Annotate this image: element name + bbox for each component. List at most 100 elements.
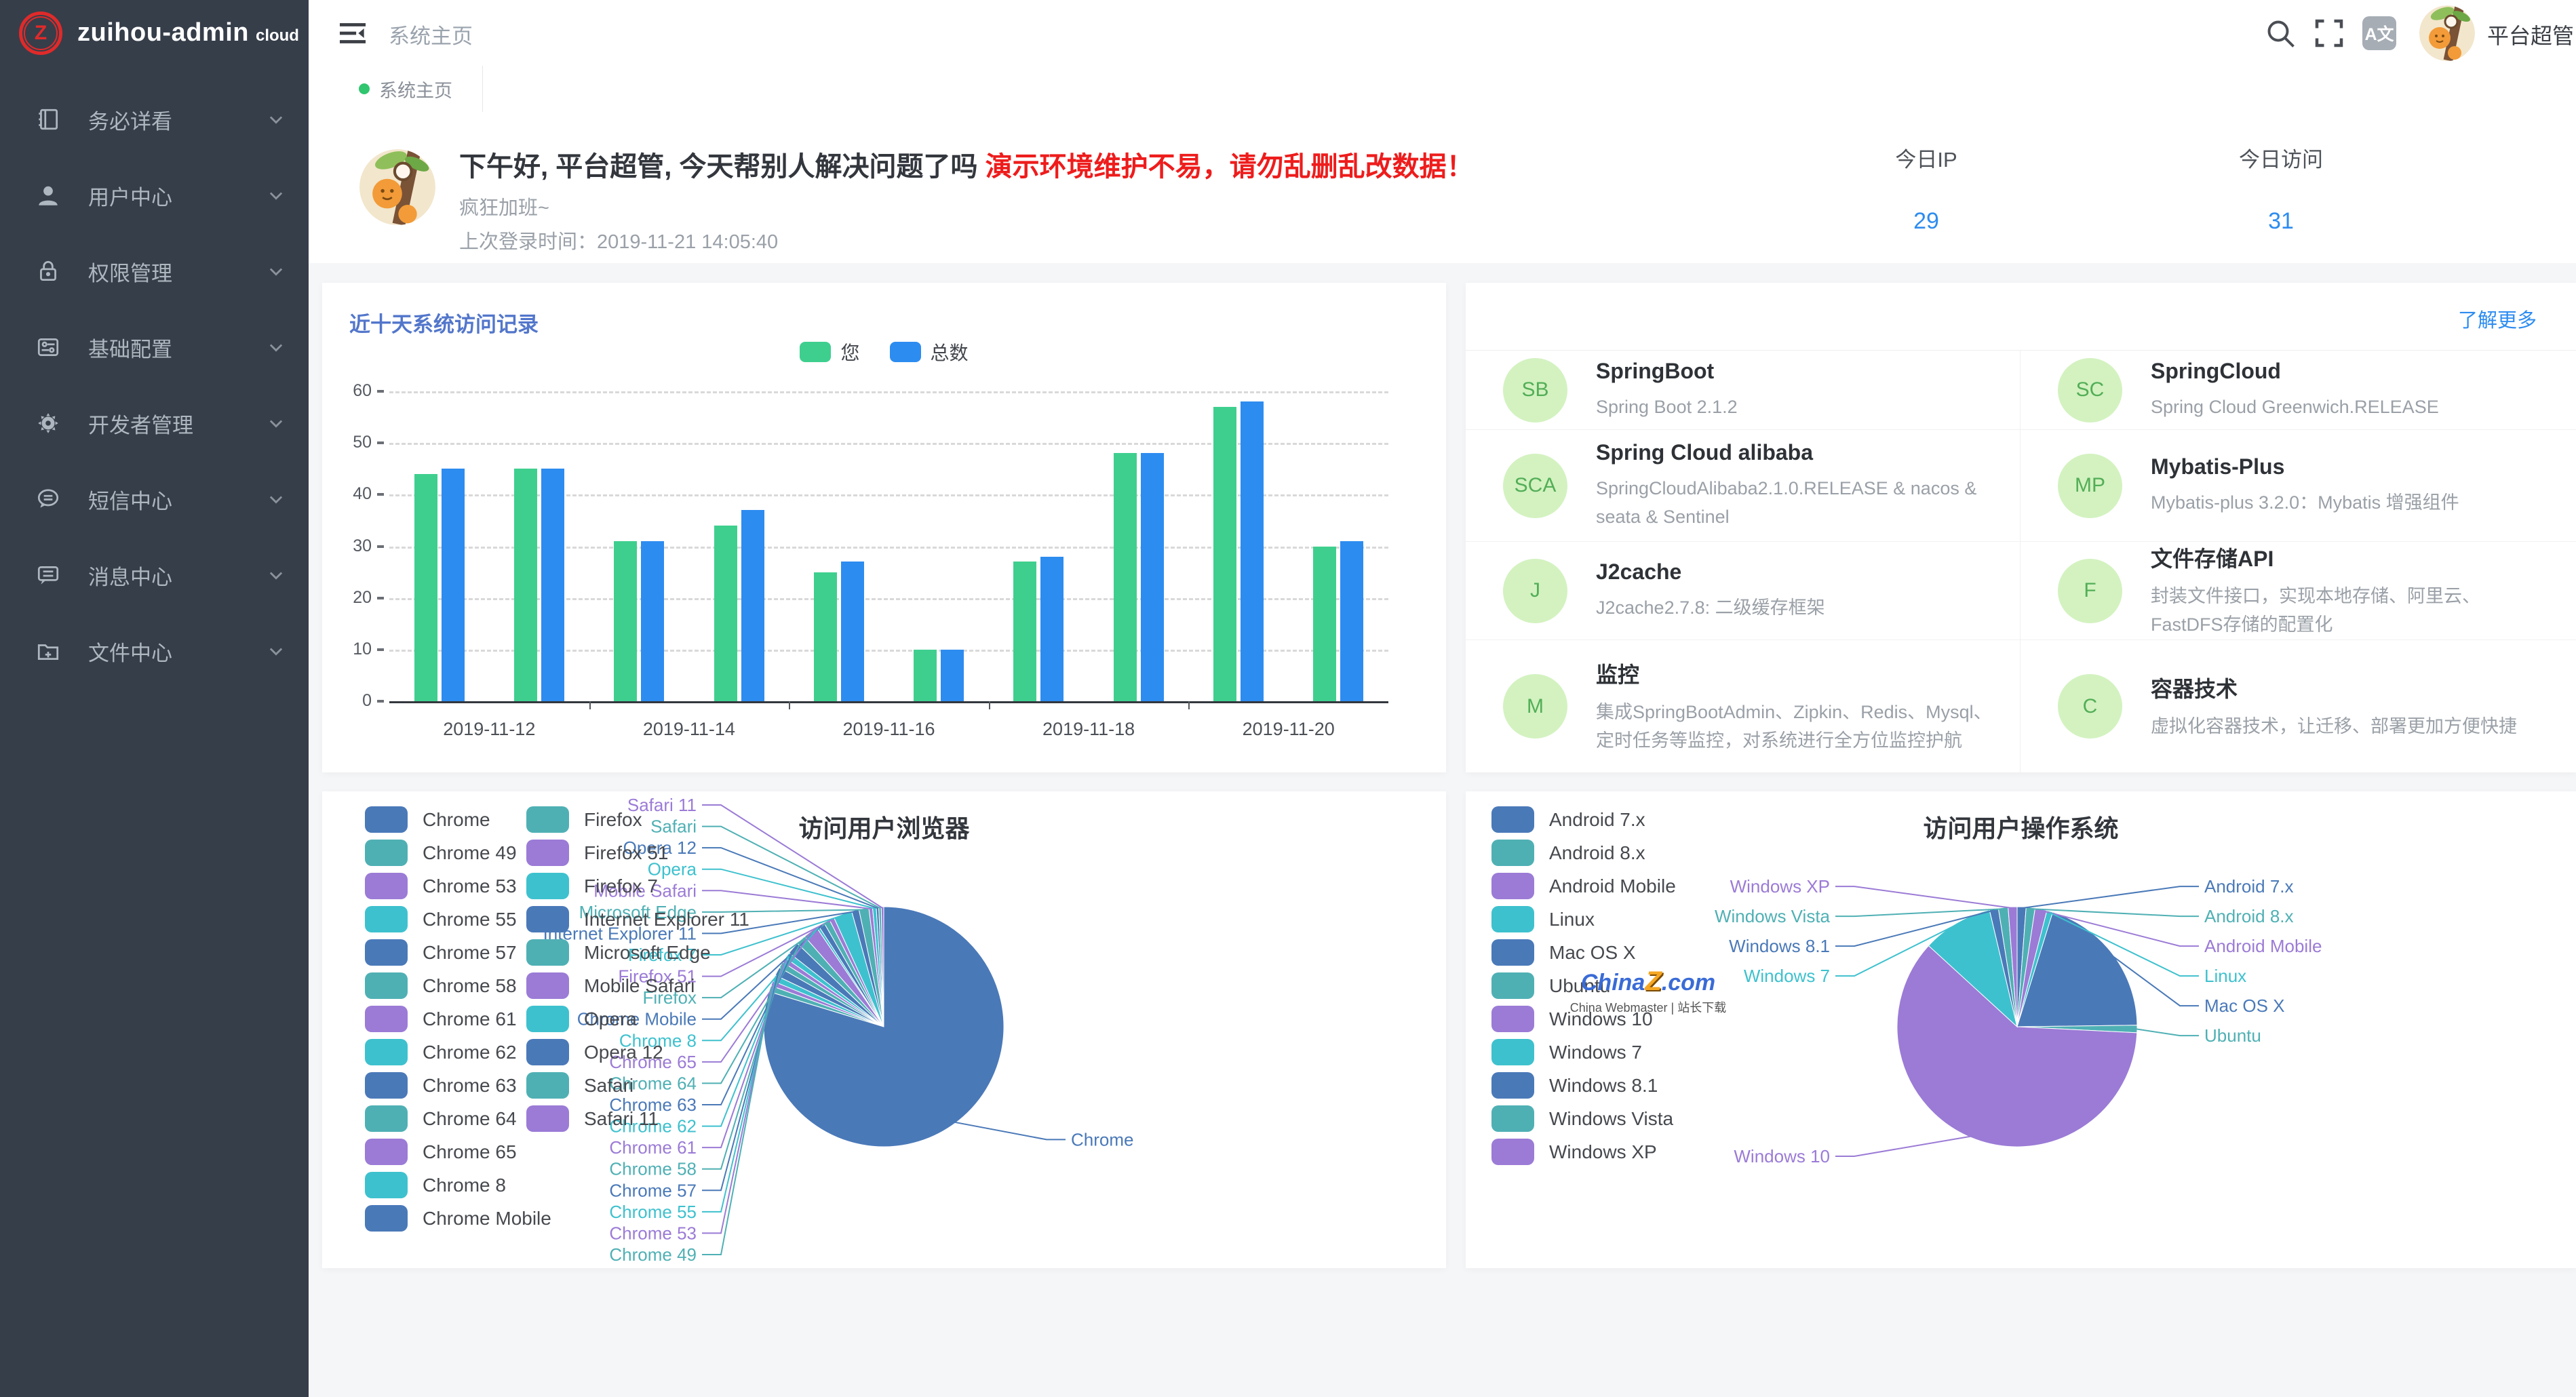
x-axis-label: 2019-11-16	[787, 719, 991, 740]
bar-总数-2019-11-14	[641, 541, 664, 701]
legend-swatch	[365, 939, 408, 966]
folder-plus-icon	[35, 638, 61, 664]
legend-label: Microsoft Edge	[584, 942, 711, 964]
visit-chart-card: 近十天系统访问记录 您总数 01020304050602019-11-12201…	[322, 283, 1446, 772]
sidebar-item-label: 消息中心	[88, 560, 267, 591]
legend-label: Firefox 7	[584, 875, 658, 897]
legend-item-Internet Explorer 11[interactable]: Internet Explorer 11	[526, 906, 749, 932]
sidebar-item-7[interactable]: 消息中心	[0, 537, 309, 613]
feature-card-J2cache: JJ2cacheJ2cache2.7.8: 二级缓存框架	[1466, 542, 2021, 640]
legend-swatch	[526, 1072, 569, 1099]
sidebar-item-6[interactable]: 短信中心	[0, 461, 309, 537]
sidebar-item-1[interactable]: 务必详看	[0, 81, 309, 157]
legend-item-Chrome 62[interactable]: Chrome 62	[365, 1039, 517, 1065]
pie-label: Chrome 57	[609, 1180, 697, 1200]
legend-label: Chrome 49	[423, 842, 517, 864]
legend-item-Windows 7[interactable]: Windows 7	[1491, 1039, 1642, 1065]
legend-item-Chrome 63[interactable]: Chrome 63	[365, 1072, 517, 1099]
legend-item-Windows 8.1[interactable]: Windows 8.1	[1491, 1072, 1658, 1099]
legend-label: Chrome 65	[423, 1141, 517, 1163]
sliders-icon	[35, 334, 61, 360]
legend-swatch	[365, 1205, 408, 1232]
welcome-avatar	[359, 149, 435, 225]
bar-总数-2019-11-20	[1241, 401, 1264, 701]
legend-swatch	[1491, 1039, 1534, 1065]
sidebar-item-label: 务必详看	[88, 104, 267, 135]
legend-label: Android 8.x	[1549, 842, 1645, 864]
pie-label: Windows XP	[1730, 876, 1830, 897]
legend-item-Microsoft Edge[interactable]: Microsoft Edge	[526, 939, 711, 966]
pie-label: Chrome 53	[609, 1223, 697, 1243]
legend-item-Chrome 64[interactable]: Chrome 64	[365, 1105, 517, 1132]
feature-desc: J2cache2.7.8: 二级缓存框架	[1596, 594, 1825, 623]
language-icon[interactable]: A文	[2362, 16, 2396, 50]
legend-item-Chrome Mobile[interactable]: Chrome Mobile	[365, 1205, 551, 1232]
pie-label: Chrome 49	[609, 1244, 697, 1265]
legend-item-Opera[interactable]: Opera	[526, 1006, 637, 1032]
collapse-menu-icon[interactable]	[336, 16, 370, 50]
feature-card-文件存储API: F文件存储API封装文件接口，实现本地存储、阿里云、FastDFS存储的配置化	[2021, 542, 2576, 640]
bar-总数-2019-11-17	[941, 650, 964, 701]
user-avatar[interactable]	[2419, 5, 2475, 61]
legend-item-Windows XP[interactable]: Windows XP	[1491, 1139, 1657, 1165]
legend-item-Safari[interactable]: Safari	[526, 1072, 633, 1099]
bar-您-2019-11-19	[1114, 453, 1137, 701]
legend-swatch	[365, 873, 408, 899]
app-logo[interactable]: Z zuihou-admin cloud	[0, 0, 309, 66]
legend-swatch	[365, 972, 408, 999]
bar-您-2019-11-12	[414, 474, 437, 701]
logo-icon: Z	[19, 12, 62, 55]
legend-item-Chrome 55[interactable]: Chrome 55	[365, 906, 517, 932]
search-icon[interactable]	[2262, 15, 2299, 52]
y-tick-mark	[377, 441, 384, 444]
user-name[interactable]: 平台超管	[2487, 19, 2574, 50]
legend-label: Chrome 64	[423, 1108, 517, 1130]
feature-title: Spring Cloud alibaba	[1596, 440, 1993, 465]
legend-item-Chrome 53[interactable]: Chrome 53	[365, 873, 517, 899]
pie-label: Chrome 61	[609, 1137, 697, 1158]
greeting-text: 下午好, 平台超管, 今天帮别人解决问题了吗 演示环境维护不易，请勿乱删乱改数据…	[459, 144, 1474, 184]
legend-label: Opera 12	[584, 1042, 663, 1063]
learn-more-link[interactable]: 了解更多	[2458, 304, 2537, 333]
legend-label: Mac OS X	[1549, 942, 1636, 964]
legend-item-Android Mobile[interactable]: Android Mobile	[1491, 873, 1676, 899]
legend-item-Chrome 61[interactable]: Chrome 61	[365, 1006, 517, 1032]
pie-label-line	[702, 869, 874, 909]
legend-swatch	[526, 1105, 569, 1132]
legend-swatch	[526, 1039, 569, 1065]
legend-item-Linux[interactable]: Linux	[1491, 906, 1595, 932]
sidebar-item-3[interactable]: 权限管理	[0, 233, 309, 309]
legend-item-Chrome 8[interactable]: Chrome 8	[365, 1172, 506, 1198]
sidebar-item-2[interactable]: 用户中心	[0, 157, 309, 233]
legend-item-Chrome 65[interactable]: Chrome 65	[365, 1139, 517, 1165]
chevron-down-icon	[267, 262, 286, 281]
legend-item-Opera 12[interactable]: Opera 12	[526, 1039, 663, 1065]
legend-swatch	[1491, 906, 1534, 932]
feature-desc: 虚拟化容器技术，让迁移、部署更加方便快捷	[2151, 713, 2517, 741]
tab-system-home[interactable]: 系统主页	[329, 66, 483, 112]
sidebar-item-8[interactable]: 文件中心	[0, 613, 309, 689]
legend-item-Chrome 57[interactable]: Chrome 57	[365, 939, 517, 966]
x-axis-label: 2019-11-18	[987, 719, 1190, 740]
pie-label: Windows Vista	[1715, 906, 1831, 926]
chevron-down-icon	[267, 186, 286, 205]
sidebar-item-4[interactable]: 基础配置	[0, 309, 309, 385]
legend-swatch	[526, 1006, 569, 1032]
legend-item-Safari 11[interactable]: Safari 11	[526, 1105, 659, 1132]
bar-您-2019-11-13	[514, 469, 537, 701]
legend-item-Mobile Safari[interactable]: Mobile Safari	[526, 972, 695, 999]
bar-总数-2019-11-18	[1040, 557, 1063, 701]
y-axis-tick: 50	[324, 433, 372, 452]
sidebar-item-5[interactable]: 开发者管理	[0, 385, 309, 461]
fullscreen-icon[interactable]	[2311, 15, 2347, 52]
legend-item-Mac OS X[interactable]: Mac OS X	[1491, 939, 1636, 966]
x-axis-label: 2019-11-12	[387, 719, 591, 740]
pie-label-line	[1835, 1137, 1972, 1157]
legend-item-Windows Vista[interactable]: Windows Vista	[1491, 1105, 1673, 1132]
legend-swatch	[365, 1172, 408, 1198]
legend-swatch	[365, 1039, 408, 1065]
feature-desc: Mybatis-plus 3.2.0：Mybatis 增强组件	[2151, 489, 2459, 517]
legend-item-Firefox 7[interactable]: Firefox 7	[526, 873, 658, 899]
legend-item-Chrome 58[interactable]: Chrome 58	[365, 972, 517, 999]
bar-总数-2019-11-21	[1340, 541, 1363, 701]
